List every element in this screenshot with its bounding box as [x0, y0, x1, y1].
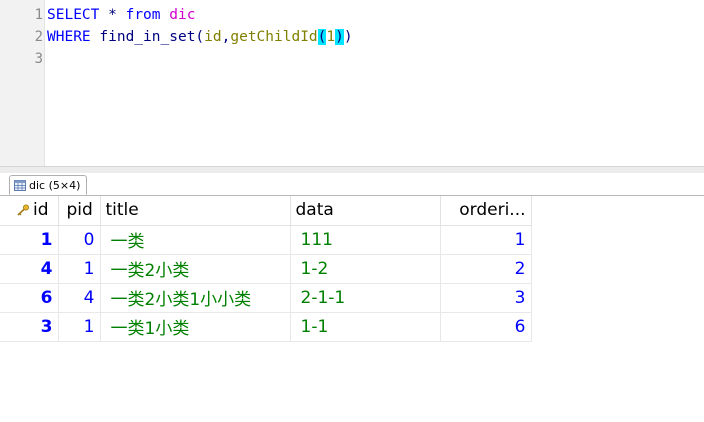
column-ref-id: id: [204, 29, 222, 45]
cell-data[interactable]: 2-1-1: [290, 283, 441, 313]
line-number: 3: [34, 51, 43, 67]
cell-id[interactable]: 4: [0, 254, 59, 284]
line-number-gutter: 1 2 3: [0, 0, 45, 166]
table-row[interactable]: 4 1 一类2小类 1-2 2: [0, 254, 532, 284]
table-row[interactable]: 3 1 一类1小类 1-1 6: [0, 312, 532, 342]
cell-data[interactable]: 1-1: [290, 312, 441, 342]
line-number: 1: [34, 7, 43, 23]
cell-title[interactable]: 一类: [100, 225, 291, 255]
primary-key-icon: [17, 204, 29, 216]
code-line-2[interactable]: WHERE find_in_set(id,getChildId(1)): [47, 26, 353, 48]
header-row: id pid title data orderi...: [0, 196, 532, 226]
sql-editor[interactable]: 1 2 3 SELECT * from dic WHERE find_in_se…: [0, 0, 704, 166]
code-line-1[interactable]: SELECT * from dic: [47, 4, 195, 26]
keyword-where: WHERE: [47, 29, 91, 45]
cell-ordering[interactable]: 1: [440, 225, 532, 255]
cell-pid[interactable]: 1: [58, 254, 101, 284]
cell-id[interactable]: 3: [0, 312, 59, 342]
result-grid[interactable]: id pid title data orderi... 1 0 一类 111 1…: [0, 196, 704, 422]
keyword-from: from: [125, 7, 161, 23]
select-star: *: [108, 7, 117, 23]
line-number: 2: [34, 29, 43, 45]
cell-title[interactable]: 一类2小类1小小类: [100, 283, 291, 313]
cell-ordering[interactable]: 6: [440, 312, 532, 342]
function-find-in-set: find_in_set: [99, 29, 196, 45]
tab-label: dic (5×4): [29, 178, 81, 192]
table-name: dic: [169, 7, 196, 23]
result-tab-strip: dic (5×4): [0, 173, 704, 196]
column-header-pid[interactable]: pid: [58, 196, 101, 226]
column-header-id[interactable]: id: [0, 196, 59, 226]
cell-ordering[interactable]: 3: [440, 283, 532, 313]
table-row[interactable]: 1 0 一类 111 1: [0, 225, 532, 255]
cell-title[interactable]: 一类2小类: [100, 254, 291, 284]
column-header-data[interactable]: data: [290, 196, 441, 226]
close-paren: ): [343, 29, 353, 45]
cell-pid[interactable]: 1: [58, 312, 101, 342]
cell-data[interactable]: 111: [290, 225, 441, 255]
function-get-child-id: getChildId: [230, 29, 318, 45]
cell-id[interactable]: 1: [0, 225, 59, 255]
cell-pid[interactable]: 0: [58, 225, 101, 255]
table-grid-icon: [14, 179, 26, 191]
cell-data[interactable]: 1-2: [290, 254, 441, 284]
column-header-label: id: [33, 200, 49, 221]
numeric-literal: 1: [326, 29, 336, 45]
column-header-title[interactable]: title: [100, 196, 291, 226]
cell-pid[interactable]: 4: [58, 283, 101, 313]
cell-id[interactable]: 6: [0, 283, 59, 313]
table-row[interactable]: 6 4 一类2小类1小小类 2-1-1 3: [0, 283, 532, 313]
highlighted-close-paren: ): [335, 29, 344, 45]
cell-title[interactable]: 一类1小类: [100, 312, 291, 342]
result-table: id pid title data orderi... 1 0 一类 111 1…: [0, 196, 532, 342]
open-paren: (: [195, 29, 205, 45]
column-header-ordering[interactable]: orderi...: [440, 196, 532, 226]
cell-ordering[interactable]: 2: [440, 254, 532, 284]
keyword-select: SELECT: [47, 7, 100, 23]
tab-result-dic[interactable]: dic (5×4): [9, 175, 88, 195]
